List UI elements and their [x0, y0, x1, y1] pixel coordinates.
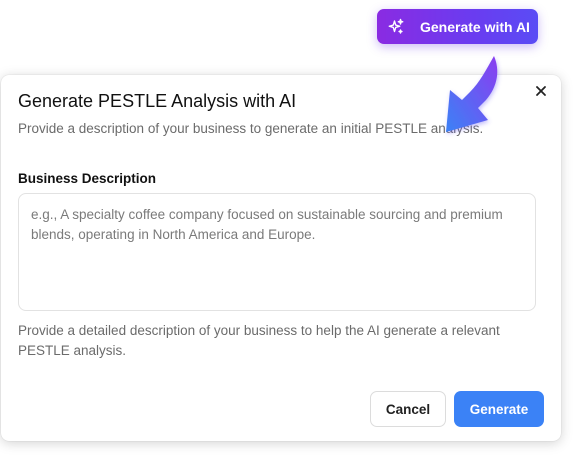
dialog-subtitle: Provide a description of your business t… [18, 121, 484, 136]
close-icon [535, 84, 547, 102]
close-button[interactable] [531, 83, 551, 103]
generate-with-ai-label: Generate with AI [420, 18, 530, 35]
generate-button[interactable]: Generate [454, 391, 544, 427]
cancel-button[interactable]: Cancel [370, 391, 446, 427]
sparkles-icon [387, 18, 405, 36]
generate-with-ai-button[interactable]: Generate with AI [377, 9, 538, 44]
dialog-title: Generate PESTLE Analysis with AI [18, 91, 297, 111]
business-description-label: Business Description [18, 171, 157, 186]
helper-text: Provide a detailed description of your b… [18, 323, 500, 358]
business-description-input[interactable] [18, 193, 536, 311]
pestle-dialog: Generate PESTLE Analysis with AI Provide… [1, 75, 561, 441]
